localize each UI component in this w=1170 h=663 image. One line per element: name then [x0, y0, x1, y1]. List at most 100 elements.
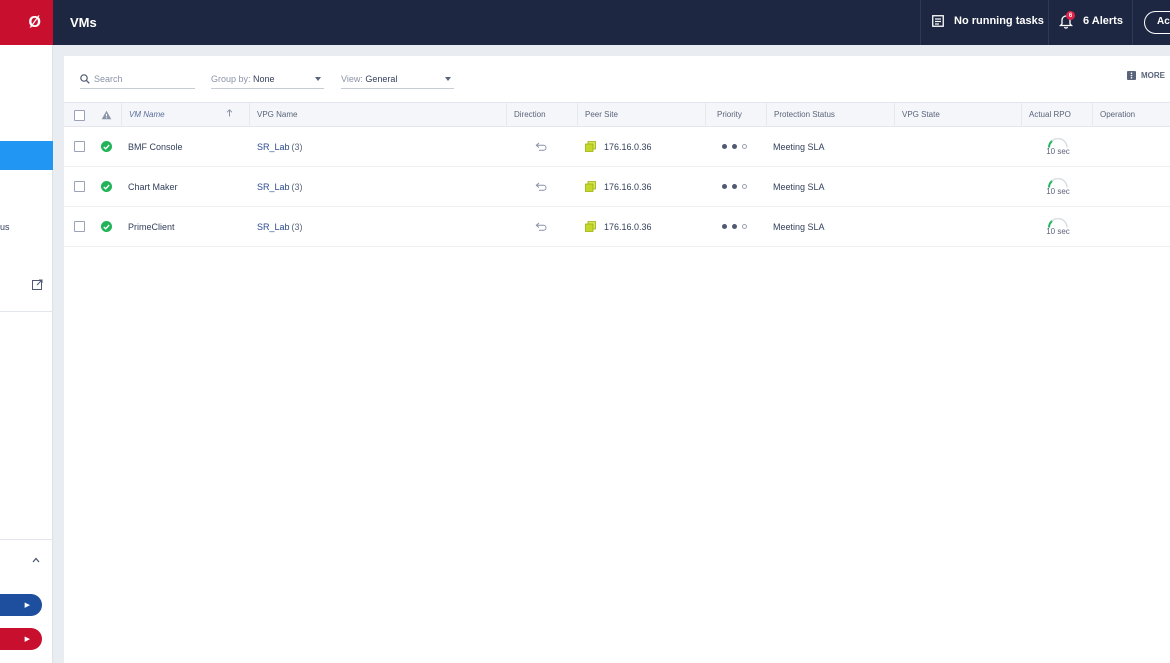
- sidebar-action-button-blue[interactable]: ▶: [0, 594, 42, 616]
- vpg-name-link[interactable]: SR_Lab (3): [257, 127, 303, 166]
- row-checkbox[interactable]: [74, 167, 85, 206]
- topbar-divider: [920, 0, 921, 45]
- tasks-icon: [932, 15, 944, 27]
- alert-column-header[interactable]: [94, 103, 119, 127]
- chevron-up-icon[interactable]: [31, 556, 41, 564]
- column-header-actual-rpo[interactable]: Actual RPO: [1021, 103, 1092, 127]
- sidebar: Ø us ▶ ▶: [0, 0, 53, 663]
- column-header-operation[interactable]: Operation: [1092, 103, 1170, 127]
- peer-site: 176.16.0.36: [585, 167, 652, 206]
- column-header-vpg-name[interactable]: VPG Name: [249, 103, 506, 127]
- external-link-icon[interactable]: [32, 279, 43, 290]
- sidebar-divider: [0, 311, 53, 312]
- site-icon: [585, 181, 596, 192]
- direction-icon: [535, 167, 547, 206]
- status-ok-icon: [101, 167, 112, 206]
- sidebar-item-vms-active[interactable]: [0, 141, 53, 170]
- protection-status: Meeting SLA: [773, 181, 825, 192]
- vpg-name-text[interactable]: SR_Lab: [257, 222, 290, 232]
- column-header-protection-status[interactable]: Protection Status: [766, 103, 894, 127]
- rpo-value: 10 sec: [1046, 186, 1070, 196]
- vpg-name-text[interactable]: SR_Lab: [257, 142, 290, 152]
- group-by-dropdown[interactable]: Group by: None: [211, 70, 324, 89]
- actual-rpo: 10 sec: [1041, 207, 1075, 246]
- more-icon: [1127, 71, 1136, 80]
- direction-icon: [535, 207, 547, 246]
- search-input[interactable]: [94, 74, 189, 84]
- group-by-value: None: [253, 74, 275, 84]
- rpo-value: 10 sec: [1046, 226, 1070, 236]
- column-header-priority[interactable]: Priority: [705, 103, 766, 127]
- vpg-count: (3): [291, 181, 303, 192]
- topbar-divider: [1132, 0, 1133, 45]
- actions-button[interactable]: Ac: [1144, 11, 1170, 34]
- vpg-name-link[interactable]: SR_Lab (3): [257, 167, 303, 206]
- actual-rpo: 10 sec: [1041, 167, 1075, 206]
- sort-asc-icon[interactable]: [219, 103, 239, 127]
- priority-indicator: [722, 127, 747, 166]
- view-label: View:: [341, 74, 363, 84]
- alerts-label: 6 Alerts: [1083, 15, 1123, 27]
- toolbar: Group by: None View: General MORE: [64, 56, 1170, 98]
- vpg-count: (3): [291, 141, 303, 152]
- vpg-name-text[interactable]: SR_Lab: [257, 182, 290, 192]
- protection-status: Meeting SLA: [773, 221, 825, 232]
- app-logo[interactable]: Ø: [0, 0, 53, 45]
- view-dropdown[interactable]: View: General: [341, 70, 454, 89]
- select-all-cell: [67, 103, 92, 127]
- more-label: MORE: [1141, 71, 1165, 80]
- play-icon: ▶: [24, 636, 30, 643]
- sidebar-action-button-red[interactable]: ▶: [0, 628, 42, 650]
- warning-icon: [101, 110, 112, 120]
- more-button[interactable]: MORE: [1127, 71, 1165, 80]
- actual-rpo: 10 sec: [1041, 127, 1075, 166]
- sidebar-divider: [0, 539, 53, 540]
- row-checkbox[interactable]: [74, 207, 85, 246]
- direction-icon: [535, 127, 547, 166]
- priority-indicator: [722, 167, 747, 206]
- table-row[interactable]: BMF Console SR_Lab (3) 176.16.0.36 Meetin…: [64, 127, 1170, 167]
- peer-site: 176.16.0.36: [585, 127, 652, 166]
- vpg-count: (3): [291, 221, 303, 232]
- status-ok-icon: [101, 127, 112, 166]
- vm-name[interactable]: BMF Console: [128, 127, 183, 166]
- peer-site-address: 176.16.0.36: [604, 181, 652, 192]
- caret-down-icon: [315, 77, 321, 81]
- topbar-divider: [1048, 0, 1049, 45]
- table-row[interactable]: PrimeClient SR_Lab (3) 176.16.0.36 Meetin…: [64, 207, 1170, 247]
- group-by-label: Group by:: [211, 74, 251, 84]
- search-icon: [80, 74, 90, 84]
- table-header: VM Name VPG Name Direction Peer Site Pri…: [64, 102, 1170, 127]
- site-icon: [585, 221, 596, 232]
- priority-indicator: [722, 207, 747, 246]
- running-tasks-button[interactable]: No running tasks: [932, 15, 1044, 27]
- top-bar: VMs No running tasks 6 6 Alerts Ac: [53, 0, 1170, 45]
- column-header-vpg-state[interactable]: VPG State: [894, 103, 1021, 127]
- column-header-direction[interactable]: Direction: [506, 103, 577, 127]
- sidebar-item-label[interactable]: us: [0, 222, 10, 232]
- caret-down-icon: [445, 77, 451, 81]
- peer-site-address: 176.16.0.36: [604, 221, 652, 232]
- vm-name[interactable]: Chart Maker: [128, 167, 178, 206]
- tasks-label: No running tasks: [954, 15, 1044, 27]
- alerts-button[interactable]: 6 6 Alerts: [1058, 11, 1123, 29]
- row-checkbox[interactable]: [74, 127, 85, 166]
- search-field[interactable]: [80, 70, 195, 89]
- play-icon: ▶: [24, 602, 30, 609]
- view-value: General: [365, 74, 398, 84]
- select-all-checkbox[interactable]: [74, 109, 85, 121]
- peer-site: 176.16.0.36: [585, 207, 652, 246]
- peer-site-address: 176.16.0.36: [604, 141, 652, 152]
- page-title: VMs: [70, 15, 97, 30]
- bell-icon: 6: [1058, 11, 1075, 29]
- alerts-badge: 6: [1066, 11, 1075, 20]
- rpo-value: 10 sec: [1046, 146, 1070, 156]
- vpg-name-link[interactable]: SR_Lab (3): [257, 207, 303, 246]
- status-ok-icon: [101, 207, 112, 246]
- table-row[interactable]: Chart Maker SR_Lab (3) 176.16.0.36 Meetin…: [64, 167, 1170, 207]
- vms-panel: Group by: None View: General MORE: [64, 56, 1170, 663]
- vm-name[interactable]: PrimeClient: [128, 207, 175, 246]
- column-header-label: VM Name: [129, 110, 165, 119]
- site-icon: [585, 141, 596, 152]
- column-header-peer-site[interactable]: Peer Site: [577, 103, 705, 127]
